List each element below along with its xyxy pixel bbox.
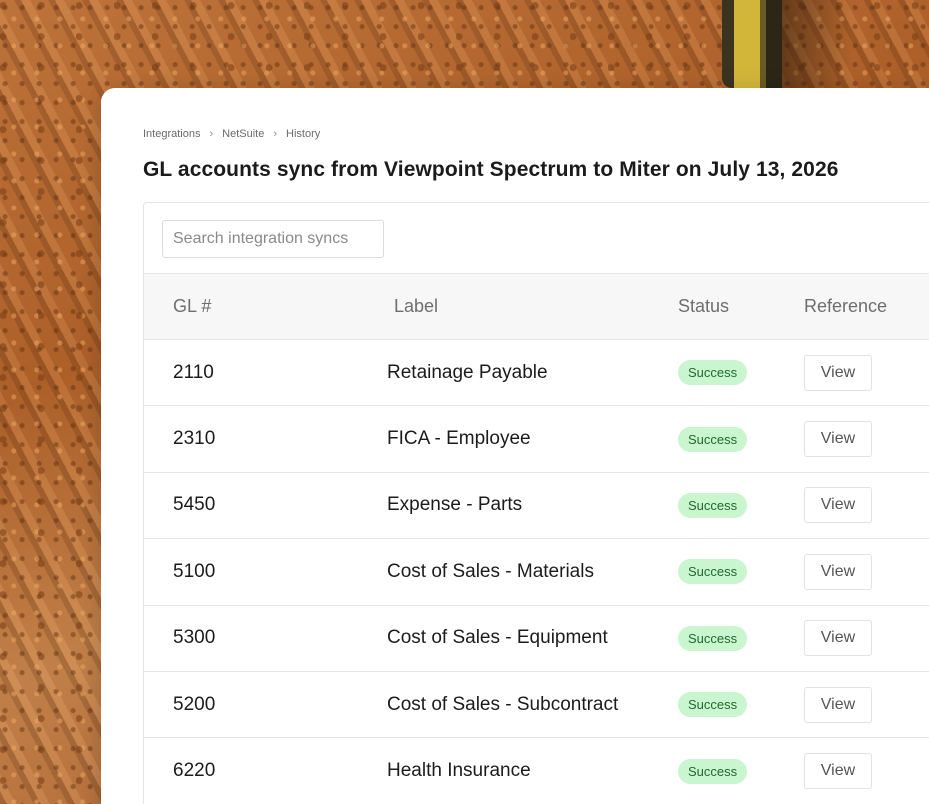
table-body: 2110 Retainage Payable Success View 2310… [144,340,929,804]
gl-label: FICA - Employee [387,428,531,450]
table-row[interactable]: 5450 Expense - Parts Success View [144,473,929,540]
gl-label: Retainage Payable [387,361,548,383]
excavator-image [722,0,782,88]
status-badge: Success [678,692,748,718]
breadcrumb-netsuite[interactable]: NetSuite [222,128,264,140]
table-row[interactable]: 2310 FICA - Employee Success View [144,406,929,473]
gl-label: Cost of Sales - Subcontract [387,693,619,715]
view-button[interactable]: View [804,753,872,790]
table-row[interactable]: 2110 Retainage Payable Success View [144,340,929,407]
gl-label: Expense - Parts [387,494,523,516]
column-header-label[interactable]: Label [394,296,438,317]
status-badge: Success [678,758,748,784]
table-row[interactable]: 5300 Cost of Sales - Equipment Success V… [144,606,929,672]
gl-number: 5450 [173,494,216,516]
gl-label: Health Insurance [387,760,531,782]
breadcrumb-integrations[interactable]: Integrations [143,128,200,140]
view-button[interactable]: View [804,421,872,458]
status-badge: Success [678,559,748,585]
view-button[interactable]: View [804,354,872,391]
gl-number: 6220 [173,760,216,782]
view-button[interactable]: View [804,686,872,723]
page-title: GL accounts sync from Viewpoint Spectrum… [143,158,839,181]
column-header-gl[interactable]: GL # [173,296,211,317]
search-bar [144,203,929,274]
table-header: GL # Label Status Reference [144,274,929,340]
view-button[interactable]: View [804,620,872,657]
table-row[interactable]: 5100 Cost of Sales - Materials Success V… [144,539,929,606]
search-input[interactable] [162,220,384,258]
view-button[interactable]: View [804,487,872,524]
chevron-right-icon: › [273,128,278,140]
column-header-status[interactable]: Status [678,296,729,317]
status-badge: Success [678,492,748,518]
status-badge: Success [678,625,748,651]
column-header-reference[interactable]: Reference [804,296,887,317]
gl-label: Cost of Sales - Equipment [387,627,608,649]
breadcrumb: Integrations › NetSuite › History [143,128,320,140]
gl-number: 5200 [173,693,216,715]
breadcrumb-history[interactable]: History [286,128,320,140]
sync-table-card: GL # Label Status Reference 2110 Retaina… [143,202,929,804]
chevron-right-icon: › [209,128,214,140]
gl-number: 5300 [173,627,216,649]
gl-label: Cost of Sales - Materials [387,560,594,582]
gl-number: 5100 [173,560,216,582]
view-button[interactable]: View [804,553,872,590]
background-shadow [782,0,852,88]
table-row[interactable]: 5200 Cost of Sales - Subcontract Success… [144,672,929,739]
status-badge: Success [678,360,748,386]
status-badge: Success [678,426,748,452]
table-row[interactable]: 6220 Health Insurance Success View [144,738,929,804]
gl-number: 2110 [173,361,214,383]
sync-history-panel: Integrations › NetSuite › History GL acc… [101,88,929,804]
gl-number: 2310 [173,428,216,450]
